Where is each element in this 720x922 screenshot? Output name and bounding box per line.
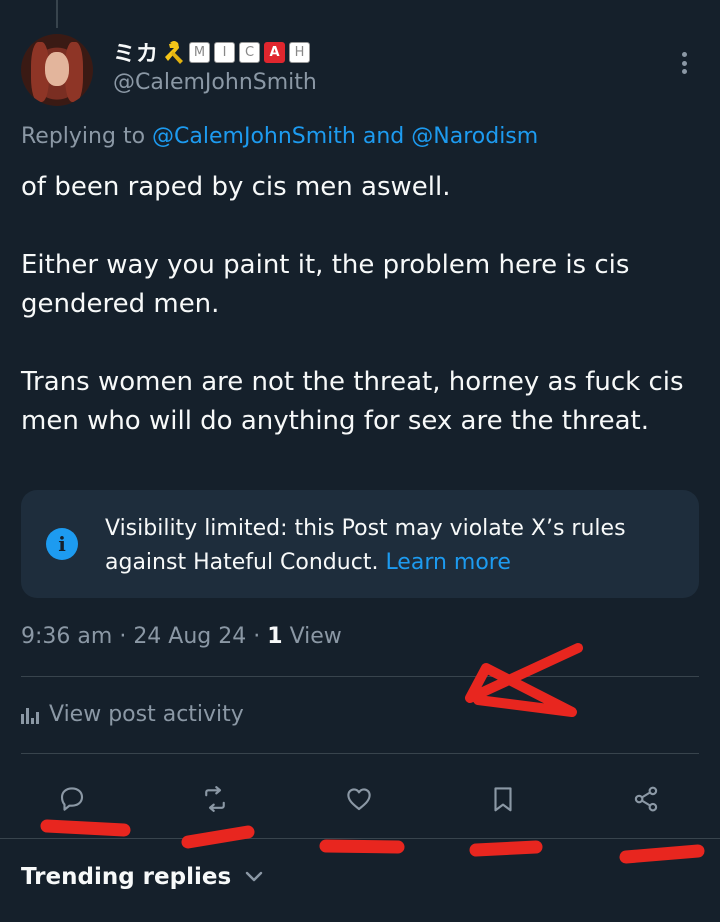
post-paragraph: Trans women are not the threat, horney a… [21, 367, 684, 436]
name-badge-c: C [239, 41, 261, 63]
mention-link-2[interactable]: @Narodism [411, 124, 538, 149]
meta-separator: · [119, 624, 134, 649]
yellow-ribbon-icon [165, 41, 184, 64]
name-badge-a: A [264, 41, 286, 63]
learn-more-link[interactable]: Learn more [385, 550, 510, 575]
repost-button[interactable] [193, 778, 237, 820]
name-badge-i: I [214, 41, 236, 63]
meta-separator: · [253, 624, 268, 649]
divider [21, 753, 699, 754]
more-options-icon[interactable] [674, 48, 694, 78]
trending-label: Trending replies [21, 864, 232, 890]
like-button[interactable] [337, 778, 381, 820]
trending-replies-dropdown[interactable]: Trending replies [21, 864, 263, 890]
red-underline-like [319, 839, 405, 854]
mention-link-1[interactable]: @CalemJohnSmith [152, 124, 356, 149]
display-name[interactable]: ミカ [113, 36, 159, 68]
share-button[interactable] [624, 778, 668, 820]
avatar[interactable] [21, 34, 93, 106]
name-badge-h: H [289, 41, 311, 63]
post-text: of been raped by cis men aswell. Either … [21, 168, 701, 441]
red-underline-share [619, 844, 705, 864]
visibility-notice: i Visibility limited: this Post may viol… [21, 490, 699, 598]
post-date[interactable]: 24 Aug 24 [133, 624, 246, 649]
post-paragraph: of been raped by cis men aswell. [21, 172, 451, 202]
notice-message: Visibility limited: this Post may violat… [105, 516, 626, 575]
author-handle[interactable]: @CalemJohnSmith [113, 70, 317, 95]
like-icon [347, 788, 371, 811]
author-name-row[interactable]: ミカ M I C A H [113, 36, 311, 68]
notice-text: Visibility limited: this Post may violat… [105, 512, 675, 580]
replying-prefix: Replying to [21, 124, 146, 149]
view-count: 1 [267, 624, 283, 649]
thread-line [56, 0, 58, 28]
red-underline-repost [181, 825, 255, 849]
post-metadata: 9:36 am · 24 Aug 24 · 1 View [21, 624, 342, 649]
red-underline-reply [40, 819, 131, 837]
analytics-icon [21, 706, 39, 724]
post-paragraph: Either way you paint it, the problem her… [21, 250, 630, 319]
bookmark-icon [494, 787, 512, 812]
divider [0, 838, 720, 839]
bookmark-button[interactable] [481, 778, 525, 820]
info-icon: i [46, 528, 78, 560]
action-bar [0, 778, 720, 820]
activity-label: View post activity [49, 702, 244, 727]
mention-joiner: and [362, 124, 405, 149]
repost-icon [205, 786, 225, 812]
view-label: View [289, 624, 342, 649]
reply-icon [60, 787, 84, 811]
share-icon [634, 786, 658, 812]
red-scribble-mark [465, 643, 583, 717]
red-underline-bookmark [469, 840, 543, 857]
post-time[interactable]: 9:36 am [21, 624, 112, 649]
name-badge-m: M [189, 41, 211, 63]
replying-to: Replying to @CalemJohnSmith and @Narodis… [21, 124, 538, 149]
reply-button[interactable] [50, 778, 94, 820]
chevron-down-icon [245, 871, 263, 882]
view-post-activity-button[interactable]: View post activity [21, 702, 244, 727]
divider [21, 676, 699, 677]
